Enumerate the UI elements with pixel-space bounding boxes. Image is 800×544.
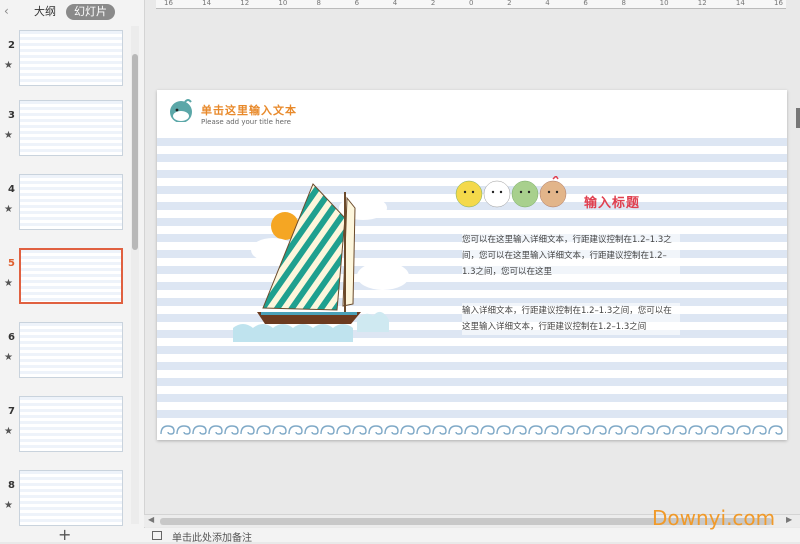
ruler-tick-label: 10 [278,0,288,7]
body-text-2[interactable]: 输入详细文本，行距建议控制在1.2–1.3之间，您可以在这里输入详细文本，行距建… [462,303,680,335]
panel-scrollbar[interactable] [131,26,139,524]
collapse-arrow-icon[interactable]: ‹ [4,4,16,18]
slide-heading[interactable]: 输入标题 [584,192,640,211]
animation-star-icon: ★ [4,426,13,437]
scroll-left-icon[interactable]: ◀ [148,515,154,524]
ruler-tick-label: 0 [469,0,474,7]
add-slide-button[interactable]: + [58,527,71,543]
animation-star-icon: ★ [4,60,13,71]
ruler-tick-label: 12 [697,0,707,7]
whale-icon [170,99,192,122]
character-icons [455,176,567,208]
ruler-tick-label: 8 [316,0,321,7]
panel-scrollbar-thumb[interactable] [132,54,138,250]
ruler-tick-label: 10 [659,0,669,7]
slide-number: 4 [8,184,15,195]
tab-outline[interactable]: 大纲 [26,4,64,20]
ruler-tick-label: 8 [621,0,626,7]
slide-thumbnail-row[interactable]: 5 ★ [0,246,130,308]
ruler-tick-label: 16 [774,0,783,7]
slide-title[interactable]: 单击这里输入文本 [201,102,297,118]
slide-thumbnail-row[interactable]: 6 ★ [0,320,130,382]
animation-star-icon: ★ [4,130,13,141]
horizontal-ruler: 16 14 12 10 8 6 4 2 0 2 4 6 8 10 12 14 16 [156,0,786,9]
notes-icon [152,531,162,540]
slide-thumbnail[interactable] [19,396,123,452]
slide-thumbnail[interactable] [19,100,123,156]
slide-number: 3 [8,110,15,121]
animation-star-icon: ★ [4,352,13,363]
slide-number: 2 [8,40,15,51]
slide-number: 5 [8,258,15,269]
wave-border [157,420,787,440]
ruler-tick-label: 14 [202,0,212,7]
slide-number: 8 [8,480,15,491]
ruler-tick-label: 14 [735,0,745,7]
slide-thumbnail-row[interactable]: 4 ★ [0,172,130,234]
slide-thumbnail-row[interactable]: 3 ★ [0,98,130,160]
ruler-tick-label: 4 [392,0,398,7]
slide-thumbnail[interactable] [19,174,123,230]
slide-canvas[interactable]: 单击这里输入文本 Please add your title here 输入标题… [157,90,787,440]
slide-nav-marker [796,108,800,128]
animation-star-icon: ★ [4,278,13,289]
panel-tabs: ‹ 大纲 幻灯片 [0,0,144,24]
slide-thumbnail[interactable] [19,248,123,304]
slide-panel: ‹ 大纲 幻灯片 2 ★ 3 ★ 4 ★ 5 ★ 6 ★ 7 ★ 8 ★ + [0,0,145,543]
slide-thumbnail[interactable] [19,322,123,378]
slide-number: 7 [8,406,15,417]
ruler-tick-label: 12 [240,0,250,7]
slide-header: 单击这里输入文本 Please add your title here [157,90,787,130]
slide-thumbnail-row[interactable]: 7 ★ [0,394,130,456]
slide-thumbnail[interactable] [19,30,123,86]
animation-star-icon: ★ [4,500,13,511]
slide-thumbnail-row[interactable]: 2 ★ [0,28,130,90]
notes-bar[interactable]: 单击此处添加备注 [144,528,800,544]
ruler-tick-label: 6 [354,0,360,7]
ruler-tick-label: 4 [545,0,550,7]
ruler-tick-label: 2 [507,0,512,7]
tab-slides[interactable]: 幻灯片 [66,4,115,20]
sailboat-illustration [233,183,409,342]
slide-subtitle[interactable]: Please add your title here [201,118,291,126]
slide-thumbnail[interactable] [19,470,123,526]
body-text-1[interactable]: 您可以在这里输入详细文本，行距建议控制在1.2–1.3之间，您可以在这里输入详细… [462,232,680,280]
slide-thumbnail-row[interactable]: 8 ★ [0,468,130,530]
ruler-tick-label: 2 [430,0,436,7]
watermark-logo: Downyi.com [652,506,776,530]
slide-number: 6 [8,332,15,343]
ruler-tick-label: 16 [164,0,173,7]
ruler-tick-label: 6 [583,0,588,7]
scroll-right-icon[interactable]: ▶ [786,515,792,524]
animation-star-icon: ★ [4,204,13,215]
